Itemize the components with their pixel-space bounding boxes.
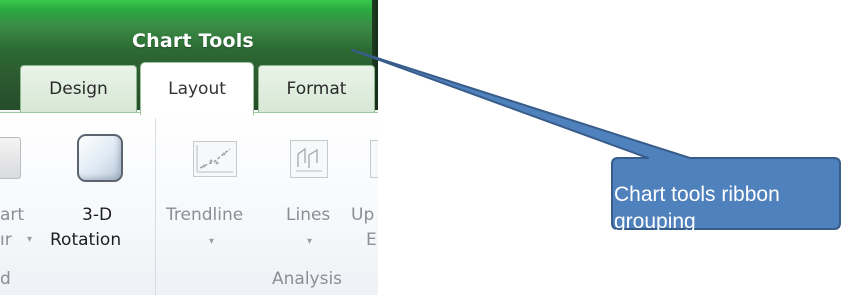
tab-layout[interactable]: Layout (140, 62, 254, 115)
callout-line1: Chart tools ribbon (614, 183, 780, 206)
callout-text: Chart tools ribbon grouping (614, 181, 844, 235)
callout-line2: grouping (614, 210, 696, 233)
callout-shape (351, 49, 841, 230)
tab-layout-label: Layout (168, 79, 226, 99)
